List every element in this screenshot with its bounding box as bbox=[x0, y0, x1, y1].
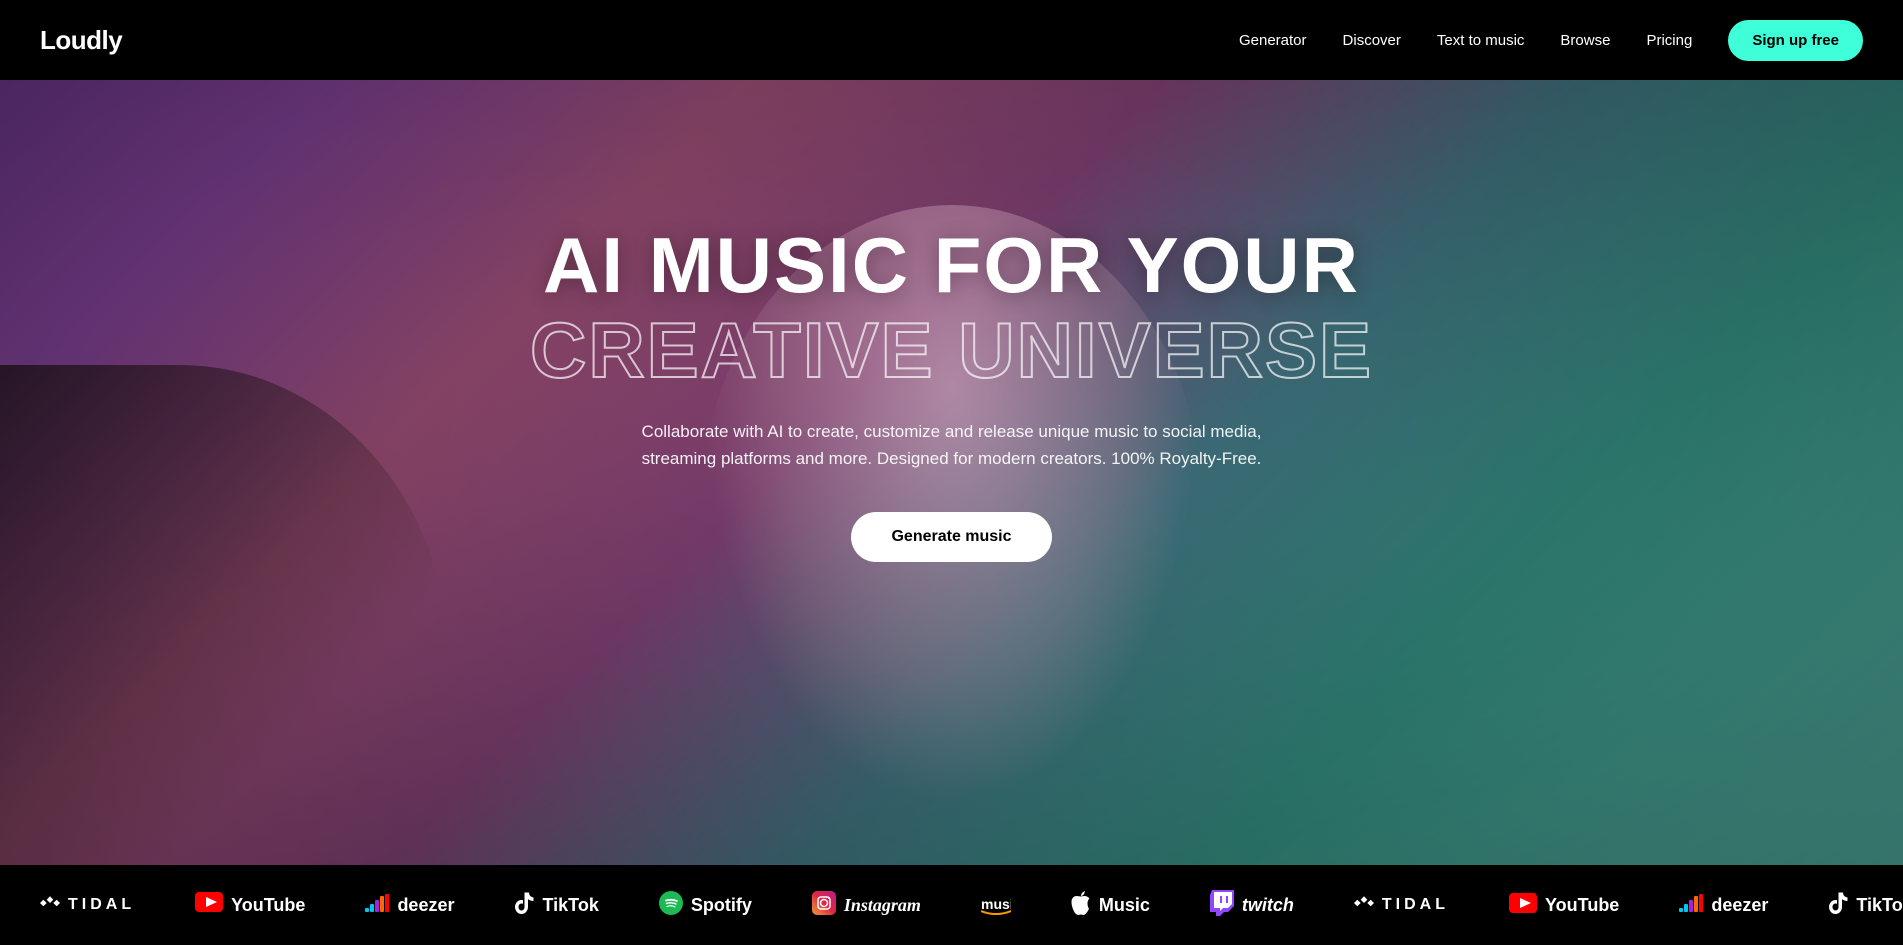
hero-title-line1: AI MUSIC FOR YOUR bbox=[502, 223, 1402, 309]
nav-links: Generator Discover Text to music Browse … bbox=[1239, 20, 1863, 61]
amazon-music-icon: music bbox=[981, 891, 1011, 920]
nav-discover[interactable]: Discover bbox=[1343, 32, 1401, 49]
youtube-icon-2 bbox=[1509, 893, 1537, 918]
tidal-label-2: TIDAL bbox=[1382, 896, 1449, 914]
list-item: twitch bbox=[1210, 890, 1294, 921]
tiktok-icon bbox=[514, 892, 534, 919]
list-item: TikTok bbox=[1828, 892, 1903, 919]
deezer-label-2: deezer bbox=[1711, 895, 1768, 916]
list-item: TikTok bbox=[514, 892, 598, 919]
hero-section: AI MUSIC FOR YOUR CREATIVE UNIVERSE Coll… bbox=[0, 0, 1903, 865]
youtube-icon bbox=[195, 892, 223, 918]
youtube-label: YouTube bbox=[231, 895, 305, 916]
list-item: music bbox=[981, 891, 1011, 920]
list-item: deezer bbox=[365, 894, 454, 917]
nav-generator[interactable]: Generator bbox=[1239, 32, 1307, 49]
site-logo[interactable]: Loudly bbox=[40, 25, 122, 56]
spotify-label: Spotify bbox=[691, 895, 752, 916]
nav-browse[interactable]: Browse bbox=[1560, 32, 1610, 49]
twitch-icon bbox=[1210, 890, 1234, 921]
list-item: TIDAL bbox=[40, 893, 135, 918]
svg-text:music: music bbox=[981, 896, 1011, 912]
hero-content: AI MUSIC FOR YOUR CREATIVE UNIVERSE Coll… bbox=[502, 223, 1402, 563]
spotify-icon bbox=[659, 891, 683, 920]
list-item: Instagram bbox=[812, 891, 921, 920]
generate-music-button[interactable]: Generate music bbox=[851, 512, 1051, 562]
logos-bar: TIDAL YouTube deezer bbox=[0, 865, 1903, 945]
tidal-label: TIDAL bbox=[68, 896, 135, 914]
youtube-label-2: YouTube bbox=[1545, 895, 1619, 916]
list-item: YouTube bbox=[1509, 893, 1619, 918]
deezer-icon bbox=[365, 894, 389, 917]
tiktok-label-2: TikTok bbox=[1856, 895, 1903, 916]
nav-text-to-music[interactable]: Text to music bbox=[1437, 32, 1525, 49]
tiktok-label: TikTok bbox=[542, 895, 598, 916]
deezer-icon-2 bbox=[1679, 894, 1703, 917]
hero-title-line2: CREATIVE UNIVERSE bbox=[502, 308, 1402, 394]
deezer-label: deezer bbox=[397, 895, 454, 916]
list-item: YouTube bbox=[195, 892, 305, 918]
instagram-label: Instagram bbox=[844, 895, 921, 916]
logos-track: TIDAL YouTube deezer bbox=[0, 890, 1903, 921]
tidal-icon-2 bbox=[1354, 893, 1374, 918]
apple-icon bbox=[1071, 891, 1091, 920]
list-item: TIDAL bbox=[1354, 893, 1449, 918]
list-item: Music bbox=[1071, 891, 1150, 920]
tiktok-icon-2 bbox=[1828, 892, 1848, 919]
apple-music-label: Music bbox=[1099, 895, 1150, 916]
nav-pricing[interactable]: Pricing bbox=[1646, 32, 1692, 49]
hero-subtitle: Collaborate with AI to create, customize… bbox=[612, 418, 1292, 472]
list-item: Spotify bbox=[659, 891, 752, 920]
instagram-icon bbox=[812, 891, 836, 920]
list-item: deezer bbox=[1679, 894, 1768, 917]
tidal-icon bbox=[40, 893, 60, 918]
signup-button[interactable]: Sign up free bbox=[1728, 20, 1863, 61]
twitch-label: twitch bbox=[1242, 895, 1294, 916]
navbar: Loudly Generator Discover Text to music … bbox=[0, 0, 1903, 80]
